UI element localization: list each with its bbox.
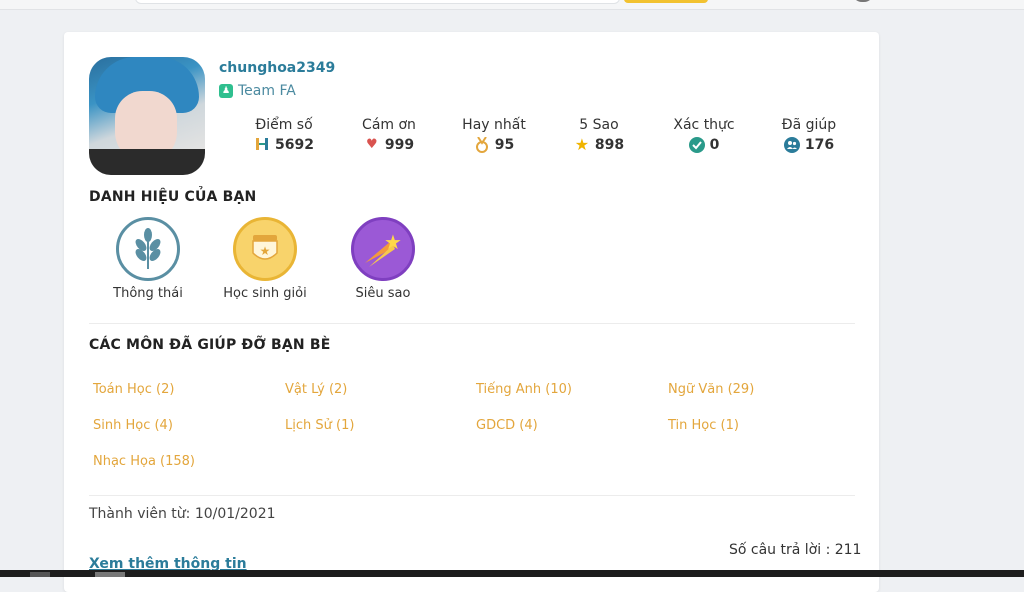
divider bbox=[89, 323, 855, 324]
titles-heading: DANH HIỆU CỦA BẠN bbox=[89, 189, 257, 205]
stat-label: Hay nhất bbox=[462, 117, 526, 133]
stat-value: 95 bbox=[494, 137, 515, 153]
stat-value: 5692 bbox=[275, 137, 314, 153]
team-icon: ♟ bbox=[219, 84, 233, 98]
stat-value: 999 bbox=[384, 137, 415, 153]
stat-label: Xác thực bbox=[673, 117, 735, 133]
subject-item[interactable]: Lịch Sử (1) bbox=[285, 418, 354, 433]
check-circle-icon bbox=[688, 137, 705, 153]
heart-icon: ♥ bbox=[366, 137, 378, 152]
badge-name: Thông thái bbox=[113, 286, 183, 301]
avatar bbox=[89, 57, 205, 175]
stat-label: Đã giúp bbox=[781, 117, 837, 133]
subject-item[interactable]: Sinh Học (4) bbox=[93, 418, 173, 433]
username[interactable]: chunghoa2349 bbox=[219, 60, 335, 76]
taskbar bbox=[0, 570, 1024, 577]
subjects-heading: CÁC MÔN ĐÃ GIÚP ĐỠ BẠN BÈ bbox=[89, 337, 331, 353]
badge-item[interactable]: ★ Siêu sao bbox=[324, 217, 442, 301]
stat-verified: Xác thực 0 bbox=[654, 117, 754, 153]
stat-points: Điểm số 5692 bbox=[234, 117, 334, 153]
h-icon bbox=[254, 137, 270, 153]
badge-name: Siêu sao bbox=[355, 286, 411, 301]
top-navbar bbox=[0, 0, 1024, 10]
subject-item[interactable]: Vật Lý (2) bbox=[285, 382, 347, 397]
subject-item[interactable]: Toán Học (2) bbox=[93, 382, 174, 397]
member-since: Thành viên từ: 10/01/2021 bbox=[89, 506, 276, 522]
taskbar-item[interactable] bbox=[30, 572, 50, 577]
stat-thanks: Cám ơn ♥ 999 bbox=[339, 117, 439, 153]
search-button[interactable] bbox=[624, 0, 708, 3]
subject-item[interactable]: Ngữ Văn (29) bbox=[668, 382, 754, 397]
badge-name: Học sinh giỏi bbox=[223, 286, 307, 301]
stat-value: 898 bbox=[594, 137, 625, 153]
search-input[interactable] bbox=[135, 0, 620, 4]
svg-text:★: ★ bbox=[260, 244, 271, 258]
shooting-star-icon: ★ bbox=[351, 217, 415, 281]
stat-label: Cám ơn bbox=[362, 117, 416, 133]
medal-icon bbox=[474, 136, 490, 153]
stat-label: Điểm số bbox=[255, 117, 313, 133]
team-name: Team FA bbox=[238, 83, 296, 99]
subject-item[interactable]: Nhạc Họa (158) bbox=[93, 454, 195, 469]
badge-item[interactable]: Thông thái bbox=[89, 217, 207, 301]
notification-icon[interactable] bbox=[852, 0, 874, 2]
users-icon bbox=[783, 137, 800, 153]
stat-five-stars: 5 Sao ★ 898 bbox=[549, 117, 649, 153]
stat-value: 176 bbox=[804, 137, 835, 153]
taskbar-item[interactable] bbox=[95, 572, 125, 577]
answer-count: Số câu trả lời : 211 bbox=[729, 542, 862, 558]
stats-row: Điểm số 5692 Cám ơn ♥ 999 Hay nhất 95 5 … bbox=[234, 117, 864, 161]
badge-item[interactable]: ★ Học sinh giỏi bbox=[206, 217, 324, 301]
profile-card: chunghoa2349 ♟ Team FA Điểm số 5692 Cám … bbox=[64, 32, 879, 592]
subject-item[interactable]: GDCD (4) bbox=[476, 418, 538, 433]
stat-value: 0 bbox=[709, 137, 720, 153]
stat-label: 5 Sao bbox=[579, 117, 619, 133]
subject-item[interactable]: Tin Học (1) bbox=[668, 418, 739, 433]
subject-item[interactable]: Tiếng Anh (10) bbox=[476, 382, 572, 397]
stat-best: Hay nhất 95 bbox=[444, 117, 544, 153]
stat-helped: Đã giúp 176 bbox=[759, 117, 859, 153]
team-link[interactable]: ♟ Team FA bbox=[219, 83, 296, 99]
svg-text:★: ★ bbox=[384, 230, 402, 254]
wheat-icon bbox=[116, 217, 180, 281]
medal-badge-icon: ★ bbox=[233, 217, 297, 281]
star-icon: ★ bbox=[574, 135, 590, 154]
divider bbox=[89, 495, 855, 496]
badges-list: Thông thái ★ Học sinh giỏi ★ Siêu sao bbox=[89, 217, 489, 307]
